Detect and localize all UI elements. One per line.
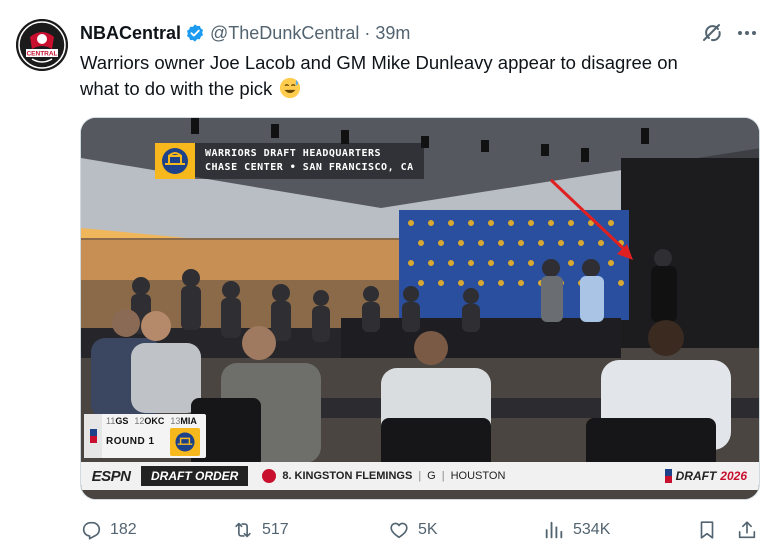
espn-logo: ESPN bbox=[91, 467, 131, 485]
tweet-text: Warriors owner Joe Lacob and GM Mike Dun… bbox=[80, 50, 760, 102]
share-button[interactable] bbox=[736, 518, 758, 542]
draft-ticker: ESPN DRAFT ORDER 8. KINGSTON FLEMINGS | … bbox=[81, 462, 759, 490]
pick-number: 11 bbox=[106, 416, 116, 426]
share-icon bbox=[738, 521, 756, 539]
reply-icon bbox=[82, 521, 101, 540]
tweet-actions: 182 517 5K 534K bbox=[80, 518, 760, 542]
pick-number: 12 bbox=[134, 416, 145, 426]
ticker-pick: 8. KINGSTON FLEMINGS bbox=[282, 470, 413, 482]
nba-logo-icon bbox=[664, 469, 672, 483]
bookmark-button[interactable] bbox=[696, 518, 718, 542]
timestamp[interactable]: 39m bbox=[375, 23, 410, 44]
pick-team: MIA bbox=[180, 416, 197, 426]
overlay-title: WARRIORS DRAFT HEADQUARTERS CHASE CENTER… bbox=[155, 143, 455, 179]
warriors-logo-icon bbox=[155, 143, 195, 179]
pick-team: OKC bbox=[144, 416, 165, 426]
repost-icon bbox=[235, 522, 251, 538]
overlay-title-line-2: CHASE CENTER • SAN FRANCISCO, CA bbox=[205, 162, 414, 173]
tweet-media-image[interactable]: WARRIORS DRAFT HEADQUARTERS CHASE CENTER… bbox=[80, 117, 760, 500]
verified-badge-icon[interactable] bbox=[185, 23, 205, 43]
draft-scorebug: 11GS 12OKC 13MIA ROUND 1 bbox=[84, 414, 206, 458]
more-options-icon[interactable] bbox=[735, 21, 759, 45]
ticker-school: HOUSTON bbox=[450, 470, 506, 482]
display-name[interactable]: NBACentral bbox=[80, 23, 181, 44]
bookmark-icon bbox=[700, 521, 714, 539]
repost-button[interactable]: 517 bbox=[232, 518, 289, 542]
pick-team: GS bbox=[115, 416, 129, 426]
tweet-text-line-2: what to do with the pick bbox=[80, 78, 273, 99]
nba-draft-brand: DRAFT 2026 bbox=[664, 462, 747, 490]
brand-year: 2026 bbox=[720, 469, 747, 483]
handle[interactable]: @TheDunkCentral bbox=[210, 23, 359, 44]
reply-button[interactable]: 182 bbox=[80, 518, 137, 542]
warriors-mini-logo-icon bbox=[170, 428, 200, 456]
avatar[interactable]: CENTRAL bbox=[16, 19, 68, 71]
draft-order-label: DRAFT ORDER bbox=[141, 466, 249, 486]
ticker-separator: | bbox=[441, 470, 445, 482]
avatar-text: CENTRAL bbox=[26, 51, 57, 58]
brand-prefix: DRAFT bbox=[675, 469, 717, 483]
grok-icon[interactable] bbox=[700, 21, 724, 45]
views-button[interactable]: 534K bbox=[543, 518, 610, 542]
pick-number: 13 bbox=[170, 416, 181, 426]
views-chart-icon bbox=[545, 521, 563, 539]
like-count: 5K bbox=[418, 521, 438, 538]
sweat-smile-emoji-icon bbox=[280, 77, 301, 99]
tweet-text-line-1: Warriors owner Joe Lacob and GM Mike Dun… bbox=[80, 52, 678, 73]
overlay-title-line-1: WARRIORS DRAFT HEADQUARTERS bbox=[205, 148, 382, 159]
tweet-card[interactable]: CENTRAL NBACentral @TheDunkCentral · 39m… bbox=[0, 0, 772, 550]
heart-icon bbox=[390, 522, 408, 539]
nbacentral-logo-icon: CENTRAL bbox=[16, 19, 68, 71]
nba-logo-icon bbox=[84, 414, 102, 458]
round-label: ROUND 1 bbox=[106, 436, 155, 447]
repost-count: 517 bbox=[262, 521, 289, 538]
view-count: 534K bbox=[573, 521, 611, 538]
reply-count: 182 bbox=[110, 521, 137, 538]
hawks-logo-icon bbox=[262, 469, 277, 483]
separator-dot: · bbox=[364, 22, 371, 43]
ticker-separator: | bbox=[418, 470, 422, 482]
ticker-position: G bbox=[427, 470, 436, 482]
like-button[interactable]: 5K bbox=[388, 518, 438, 542]
tweet-header: NBACentral @TheDunkCentral · 39m bbox=[80, 22, 410, 44]
